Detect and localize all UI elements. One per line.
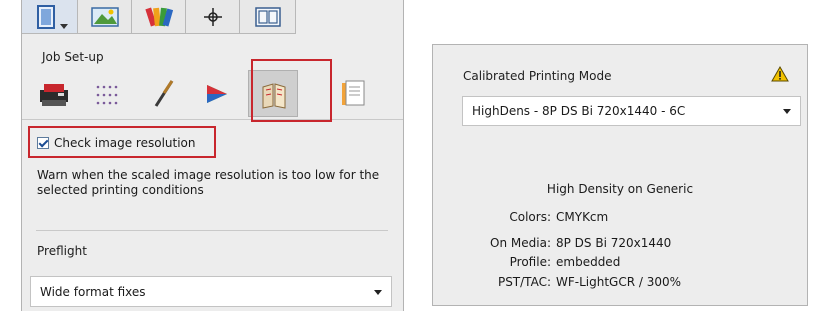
info-key: On Media: (490, 236, 551, 250)
info-row-pst-tac: PST/TAC: WF-LightGCR / 300% (433, 275, 809, 291)
preflight-dropdown[interactable]: Wide format fixes (30, 276, 392, 307)
info-row-colors: Colors: CMYKcm (433, 210, 809, 226)
image-layout-icon (91, 7, 119, 27)
divider (36, 230, 388, 231)
color-swatches-icon (145, 7, 173, 27)
tab-frame-preview[interactable] (240, 0, 296, 34)
tab-image-layout[interactable] (78, 0, 132, 34)
document-settings-icon (37, 5, 68, 29)
divider (22, 119, 403, 120)
tab-color-swatches[interactable] (132, 0, 186, 34)
info-value: CMYKcm (556, 210, 609, 224)
subtab-pen[interactable] (138, 68, 188, 117)
printing-mode-panel: Calibrated Printing Mode HighDens - 8P D… (432, 44, 808, 306)
subtab-document-stack[interactable] (328, 68, 378, 117)
top-tab-bar (22, 0, 403, 36)
subtab-color-triangle[interactable] (192, 68, 242, 117)
subtab-printer[interactable] (30, 68, 80, 117)
mode-info-heading: High Density on Generic (546, 182, 694, 196)
calibrated-printing-mode-label: Calibrated Printing Mode (463, 69, 612, 83)
chevron-down-icon (374, 289, 382, 295)
info-row-profile: Profile: embedded (433, 255, 809, 271)
info-key: Colors: (509, 210, 551, 224)
highlight-box-active-tab (251, 59, 332, 122)
color-triangle-icon (207, 85, 227, 103)
info-value: embedded (556, 255, 621, 269)
info-value: 8P DS Bi 720x1440 (556, 236, 672, 250)
printer-icon (40, 84, 68, 106)
info-row-on-media: On Media: 8P DS Bi 720x1440 (433, 236, 809, 252)
subtab-grid[interactable] (84, 68, 134, 117)
preflight-selected-value: Wide format fixes (40, 284, 146, 299)
frame-preview-icon (255, 7, 281, 27)
info-value: WF-LightGCR / 300% (556, 275, 682, 289)
highlight-box-checkbox (28, 126, 216, 158)
info-key: PST/TAC: (497, 275, 551, 289)
tab-crosshair[interactable] (186, 0, 240, 34)
tab-document-settings[interactable] (22, 0, 78, 34)
section-label: Job Set-up (42, 50, 104, 64)
calibrated-mode-selected-value: HighDens - 8P DS Bi 720x1440 - 6C (472, 104, 686, 118)
document-stack-icon (342, 80, 365, 106)
preflight-label: Preflight (37, 244, 87, 258)
pen-icon (154, 80, 174, 107)
sub-tab-bar (22, 68, 403, 118)
info-key: Profile: (509, 255, 551, 269)
calibrated-mode-dropdown[interactable]: HighDens - 8P DS Bi 720x1440 - 6C (462, 96, 801, 126)
grid-dots-icon (96, 85, 118, 105)
crosshair-icon (204, 8, 222, 26)
resolution-warning-description: Warn when the scaled image resolution is… (37, 168, 380, 197)
chevron-down-icon (783, 109, 791, 114)
warning-triangle-icon (771, 66, 789, 82)
